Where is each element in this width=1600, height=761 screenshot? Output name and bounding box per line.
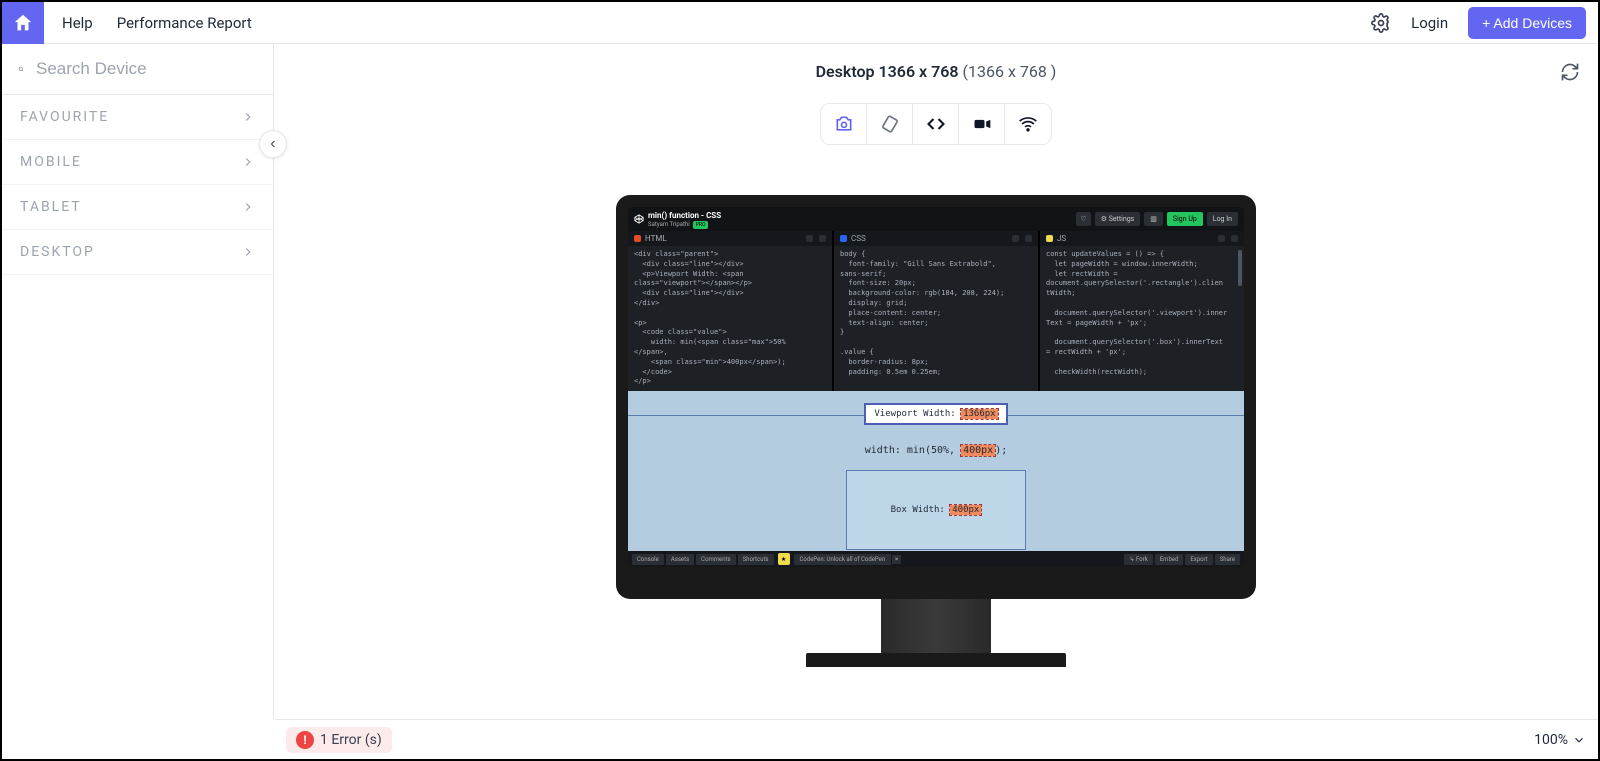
main-area: Desktop 1366 x 768 (1366 x 768 )	[274, 44, 1598, 719]
chevron-right-icon	[241, 155, 255, 169]
monitor-base	[806, 653, 1066, 667]
error-indicator[interactable]: ! 1 Error (s)	[286, 727, 392, 753]
html-code[interactable]: <div class="parent"> <div class="line"><…	[628, 246, 832, 391]
sidebar-item-tablet[interactable]: TABLET	[2, 185, 273, 230]
settings-button[interactable]: ⚙ Settings	[1095, 212, 1141, 226]
monitor-bezel: min() function - CSS Satyam TripathiPRO …	[616, 195, 1256, 599]
css-pane-header: CSS	[834, 231, 1038, 246]
sidebar: FAVOURITE MOBILE TABLET DESKTOP	[2, 44, 274, 719]
heart-button[interactable]: ♡	[1076, 212, 1090, 226]
js-code[interactable]: const updateValues = () => { let pageWid…	[1040, 246, 1244, 381]
status-bar: ! 1 Error (s) 100%	[274, 719, 1598, 759]
promo-message[interactable]: CodePen: Unlock all of CodePen×	[794, 554, 892, 565]
device-preview: min() function - CSS Satyam TripathiPRO …	[616, 195, 1256, 667]
search-row	[2, 44, 273, 95]
rotate-icon	[880, 114, 900, 134]
chevron-right-icon	[241, 245, 255, 259]
nav-help[interactable]: Help	[62, 14, 93, 32]
search-input[interactable]	[36, 59, 257, 79]
sidebar-item-label: TABLET	[20, 199, 82, 215]
screenshot-button[interactable]	[821, 104, 867, 144]
devtools-button[interactable]	[913, 104, 959, 144]
device-toolbar	[820, 103, 1052, 145]
fork-tab[interactable]: ↳ Fork	[1124, 554, 1152, 565]
login-button[interactable]: Log In	[1207, 212, 1238, 226]
home-button[interactable]	[2, 2, 44, 44]
preview-pane[interactable]: Viewport Width: 1366px width: min(50%, 4…	[628, 391, 1244, 551]
wifi-icon	[1018, 114, 1038, 134]
error-text: 1 Error (s)	[320, 732, 382, 748]
search-icon	[18, 58, 24, 80]
pro-icon[interactable]: ★	[778, 553, 790, 565]
box-preview: Box Width: 400px	[846, 470, 1026, 550]
sidebar-item-label: MOBILE	[20, 154, 82, 170]
rotate-button[interactable]	[867, 104, 913, 144]
code-icon	[926, 114, 946, 134]
css-editor[interactable]: CSS body { font-family: "Gill Sans Extra…	[834, 231, 1038, 391]
sidebar-item-favourite[interactable]: FAVOURITE	[2, 95, 273, 140]
monitor-chin	[628, 567, 1244, 587]
login-link[interactable]: Login	[1411, 14, 1448, 32]
signup-button[interactable]: Sign Up	[1167, 212, 1203, 226]
header-right: Login + Add Devices	[1371, 7, 1598, 39]
sidebar-item-label: FAVOURITE	[20, 109, 109, 125]
close-promo-icon[interactable]: ×	[892, 555, 901, 564]
network-button[interactable]	[1005, 104, 1051, 144]
nav-links: Help Performance Report	[62, 14, 252, 32]
viewport-value: 1366px	[961, 409, 998, 419]
zoom-value: 100%	[1534, 732, 1568, 748]
codepen-title: min() function - CSS Satyam TripathiPRO	[648, 211, 1072, 228]
scrollbar-thumb[interactable]	[1238, 250, 1242, 286]
viewport-label: Viewport Width:	[874, 409, 955, 419]
chevron-right-icon	[241, 200, 255, 214]
add-devices-button[interactable]: + Add Devices	[1468, 7, 1586, 39]
share-tab[interactable]: Share	[1215, 554, 1240, 565]
pen-title: min() function - CSS	[648, 211, 721, 220]
record-button[interactable]	[959, 104, 1005, 144]
embed-tab[interactable]: Embed	[1155, 554, 1184, 565]
box-value: 400px	[950, 505, 981, 515]
codepen-footer: Console Assets Comments Shortcuts ★ Code…	[628, 551, 1244, 567]
html-pane-header: HTML	[628, 231, 832, 246]
pen-author: Satyam Tripathi	[648, 221, 690, 228]
camera-icon	[834, 114, 854, 134]
assets-tab[interactable]: Assets	[666, 554, 694, 565]
pro-badge: PRO	[693, 221, 709, 229]
nav-performance-report[interactable]: Performance Report	[117, 14, 252, 32]
js-editor[interactable]: JS const updateValues = () => { let page…	[1040, 231, 1244, 391]
width-expression: width: min(50%, 400px);	[865, 445, 1007, 456]
sidebar-item-label: DESKTOP	[20, 244, 95, 260]
device-title: Desktop 1366 x 768 (1366 x 768 )	[816, 62, 1057, 81]
viewport-width-box: Viewport Width: 1366px	[864, 403, 1007, 425]
device-dimensions: (1366 x 768 )	[963, 62, 1057, 81]
video-icon	[972, 114, 992, 134]
sidebar-item-mobile[interactable]: MOBILE	[2, 140, 273, 185]
zoom-control[interactable]: 100%	[1534, 732, 1586, 748]
device-screen[interactable]: min() function - CSS Satyam TripathiPRO …	[628, 207, 1244, 567]
export-tab[interactable]: Export	[1185, 554, 1212, 565]
html-editor[interactable]: HTML <div class="parent"> <div class="li…	[628, 231, 832, 391]
codepen-header: min() function - CSS Satyam TripathiPRO …	[628, 207, 1244, 231]
error-icon: !	[296, 731, 314, 749]
refresh-button[interactable]	[1560, 62, 1580, 82]
editor-row: HTML <div class="parent"> <div class="li…	[628, 231, 1244, 391]
gear-icon[interactable]	[1371, 13, 1391, 33]
console-tab[interactable]: Console	[632, 554, 664, 565]
chevron-right-icon	[241, 110, 255, 124]
shortcuts-tab[interactable]: Shortcuts	[738, 554, 774, 565]
page-body: FAVOURITE MOBILE TABLET DESKTOP Desktop …	[2, 44, 1598, 719]
sidebar-item-desktop[interactable]: DESKTOP	[2, 230, 273, 275]
box-label: Box Width:	[891, 505, 945, 515]
css-code[interactable]: body { font-family: "Gill Sans Extrabold…	[834, 246, 1038, 381]
monitor-neck	[881, 599, 991, 653]
home-icon	[12, 12, 34, 34]
view-button[interactable]: ▥	[1144, 212, 1163, 226]
device-name: Desktop 1366 x 768	[816, 62, 959, 81]
chevron-down-icon	[1572, 733, 1586, 747]
codepen-logo-icon	[634, 214, 644, 224]
comments-tab[interactable]: Comments	[696, 554, 735, 565]
app-header: Help Performance Report Login + Add Devi…	[2, 2, 1598, 44]
js-pane-header: JS	[1040, 231, 1244, 246]
